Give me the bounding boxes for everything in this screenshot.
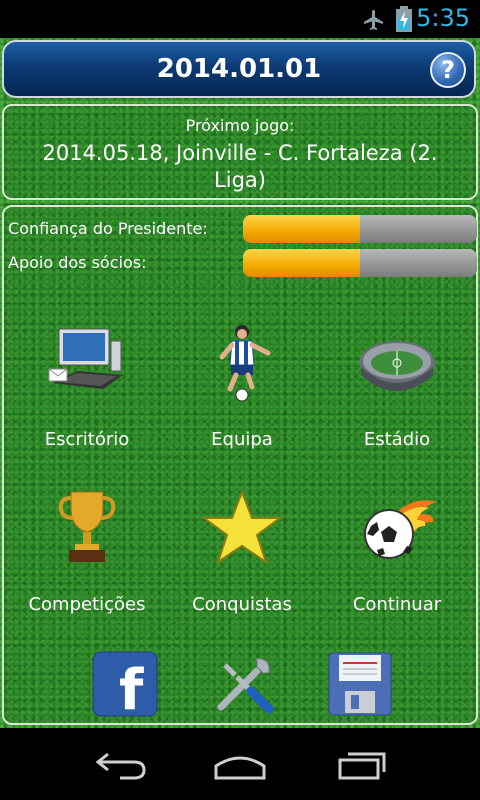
football-player-icon: [219, 325, 271, 402]
facebook-glyph: f: [119, 658, 144, 717]
president-confidence-label: Confiança do Presidente:: [8, 219, 208, 238]
menu-competitions-label: Competições: [28, 594, 146, 615]
menu-achievements-button[interactable]: Conquistas: [167, 488, 317, 628]
home-icon[interactable]: [212, 748, 268, 782]
members-support-label: Apoio dos sócios:: [8, 253, 147, 272]
office-computer-icon: [48, 328, 123, 389]
menu-team-label: Equipa: [211, 429, 273, 450]
members-support-bar: [243, 249, 477, 277]
tools-icon: [217, 658, 274, 714]
next-match-label: Próximo jogo:: [185, 116, 295, 135]
president-confidence-fill: [243, 215, 360, 243]
menu-achievements-label: Conquistas: [192, 594, 292, 615]
back-icon[interactable]: [92, 748, 148, 782]
trophy-icon: [58, 491, 116, 562]
menu-competitions-button[interactable]: Competições: [12, 488, 162, 628]
save-button[interactable]: [327, 651, 393, 717]
menu-continue-button[interactable]: Continuar: [322, 488, 472, 628]
header-bar: 2014.01.01 ?: [2, 40, 476, 98]
status-clock: 5:35: [416, 4, 470, 32]
facebook-icon: f: [92, 651, 158, 723]
save-floppy-icon: [328, 652, 392, 716]
battery-charging-icon: [396, 6, 412, 32]
help-button[interactable]: ?: [430, 52, 466, 88]
menu-office-button[interactable]: Escritório: [12, 323, 162, 463]
help-icon: ?: [441, 56, 455, 84]
facebook-button[interactable]: f: [92, 651, 158, 723]
airplane-mode-icon: [364, 10, 383, 30]
president-confidence-bar: [243, 215, 477, 243]
menu-stadium-label: Estádio: [363, 429, 431, 450]
members-support-fill: [243, 249, 360, 277]
next-match-text: 2014.05.18, Joinville - C. Fortaleza (2.…: [42, 141, 438, 192]
recent-apps-icon[interactable]: [334, 748, 390, 782]
next-match-panel: Próximo jogo: 2014.05.18, Joinville - C.…: [2, 104, 478, 200]
status-bar: 5:35: [0, 0, 480, 38]
stadium-icon: [359, 341, 435, 391]
menu-continue-label: Continuar: [352, 594, 442, 615]
main-menu-panel: Confiança do Presidente: Apoio dos sócio…: [2, 205, 478, 725]
menu-office-label: Escritório: [44, 429, 130, 450]
current-date: 2014.01.01: [156, 54, 322, 84]
settings-tools-button[interactable]: [211, 651, 277, 717]
menu-team-button[interactable]: Equipa: [167, 323, 317, 463]
star-icon: [202, 489, 282, 565]
navigation-bar: [0, 728, 480, 800]
menu-stadium-button[interactable]: Estádio: [322, 323, 472, 463]
flaming-ball-icon: [364, 500, 437, 559]
